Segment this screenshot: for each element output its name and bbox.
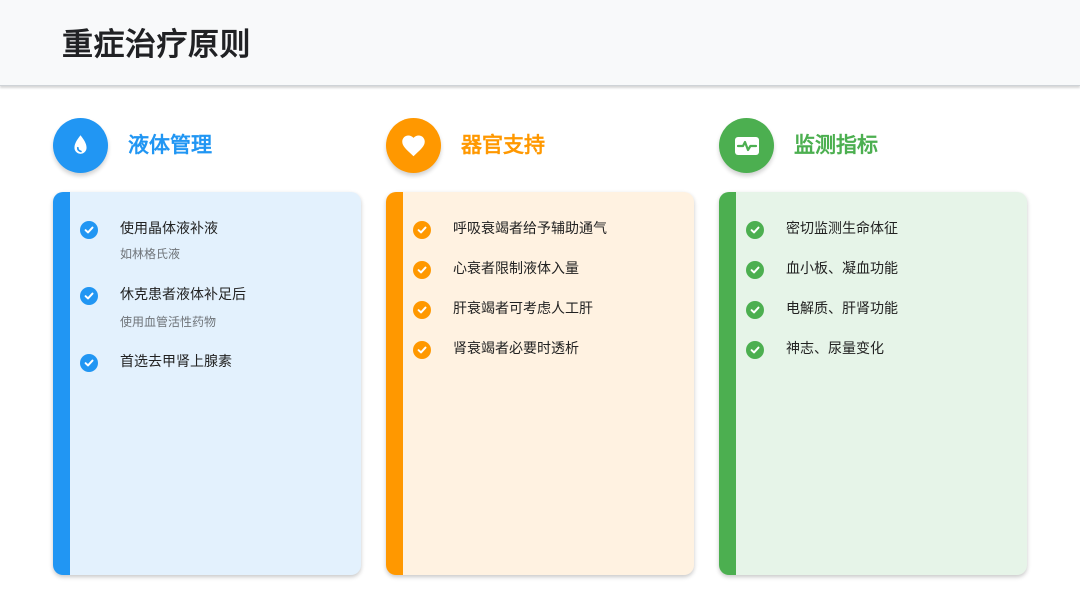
fluid-management-header: 液体管理 — [53, 118, 313, 174]
organ-support-header: 器官支持 — [386, 118, 646, 174]
water-drop-icon — [53, 118, 108, 173]
page-title: 重症治疗原则 — [62, 27, 251, 63]
check-icon — [80, 287, 98, 305]
heart-svg — [402, 135, 425, 157]
check-icon — [80, 221, 98, 239]
card-accent-stripe — [386, 192, 403, 575]
list-item-subtext: 使用血管活性药物 — [120, 315, 217, 329]
list-item-label: 休克患者液体补足后 — [120, 287, 246, 303]
title-bar: 重症治疗原则 — [0, 0, 1080, 86]
fluid-management-card: 使用晶体液补液 如林格氏液 休克患者液体补足后 使用血管活性药物 首选去甲肾上腺… — [53, 192, 361, 575]
list-item-label: 密切监测生命体征 — [786, 221, 898, 237]
check-icon — [746, 221, 764, 239]
fluid-management-section: 液体管理 使用晶体液补液 如林格氏液 休克患者液体补足后 使用血管活性药物 首选… — [53, 118, 361, 577]
check-icon — [746, 341, 764, 359]
check-icon — [413, 261, 431, 279]
list-item-label: 使用晶体液补液 — [120, 221, 218, 237]
list-item-label: 心衰者限制液体入量 — [453, 261, 579, 277]
list-item: 使用晶体液补液 — [80, 218, 340, 242]
section-title-fluid-management: 液体管理 — [128, 132, 212, 157]
list-item-label: 肾衰竭者必要时透析 — [453, 341, 579, 357]
card-accent-stripe — [53, 192, 70, 575]
monitoring-indicators-section: 监测指标 密切监测生命体征 血小板、凝血功能 电解质、肝肾功能 神志、尿量变化 — [719, 118, 1027, 577]
monitoring-indicators-card: 密切监测生命体征 血小板、凝血功能 电解质、肝肾功能 神志、尿量变化 — [719, 192, 1027, 575]
slide: 重症治疗原则 液体管理 使用晶体液补液 如林格氏液 休克患者液体补足后 使用血管… — [0, 0, 1080, 608]
list-item: 肾衰竭者必要时透析 — [413, 338, 673, 362]
list-item: 血小板、凝血功能 — [746, 258, 1006, 282]
water-drop-svg — [74, 135, 87, 154]
section-title-organ-support: 器官支持 — [461, 132, 545, 157]
list-item: 电解质、肝肾功能 — [746, 298, 1006, 322]
list-item-label: 呼吸衰竭者给予辅助通气 — [453, 221, 607, 237]
check-icon — [413, 301, 431, 319]
organ-support-card: 呼吸衰竭者给予辅助通气 心衰者限制液体入量 肝衰竭者可考虑人工肝 肾衰竭者必要时… — [386, 192, 694, 575]
card-accent-stripe — [719, 192, 736, 575]
list-item: 密切监测生命体征 — [746, 218, 1006, 242]
list-item: 休克患者液体补足后 — [80, 284, 340, 308]
list-item-subtext: 如林格氏液 — [120, 247, 181, 261]
heart-monitor-svg — [734, 136, 759, 155]
list-item: 呼吸衰竭者给予辅助通气 — [413, 218, 673, 242]
list-item-label: 神志、尿量变化 — [786, 341, 884, 357]
organ-support-section: 器官支持 呼吸衰竭者给予辅助通气 心衰者限制液体入量 肝衰竭者可考虑人工肝 肾衰… — [386, 118, 694, 577]
list-item: 神志、尿量变化 — [746, 338, 1006, 362]
list-item-label: 肝衰竭者可考虑人工肝 — [453, 301, 593, 317]
section-title-monitoring-indicators: 监测指标 — [794, 132, 878, 157]
list-item: 首选去甲肾上腺素 — [80, 351, 340, 375]
check-icon — [413, 341, 431, 359]
check-icon — [746, 301, 764, 319]
check-icon — [80, 354, 98, 372]
check-icon — [746, 261, 764, 279]
heart-icon — [386, 118, 441, 173]
list-item: 心衰者限制液体入量 — [413, 258, 673, 282]
heart-monitor-icon — [719, 118, 774, 173]
list-item-label: 电解质、肝肾功能 — [786, 301, 898, 317]
list-item-label: 首选去甲肾上腺素 — [120, 354, 232, 370]
list-item: 肝衰竭者可考虑人工肝 — [413, 298, 673, 322]
monitoring-indicators-header: 监测指标 — [719, 118, 979, 174]
check-icon — [413, 221, 431, 239]
list-item-label: 血小板、凝血功能 — [786, 261, 898, 277]
